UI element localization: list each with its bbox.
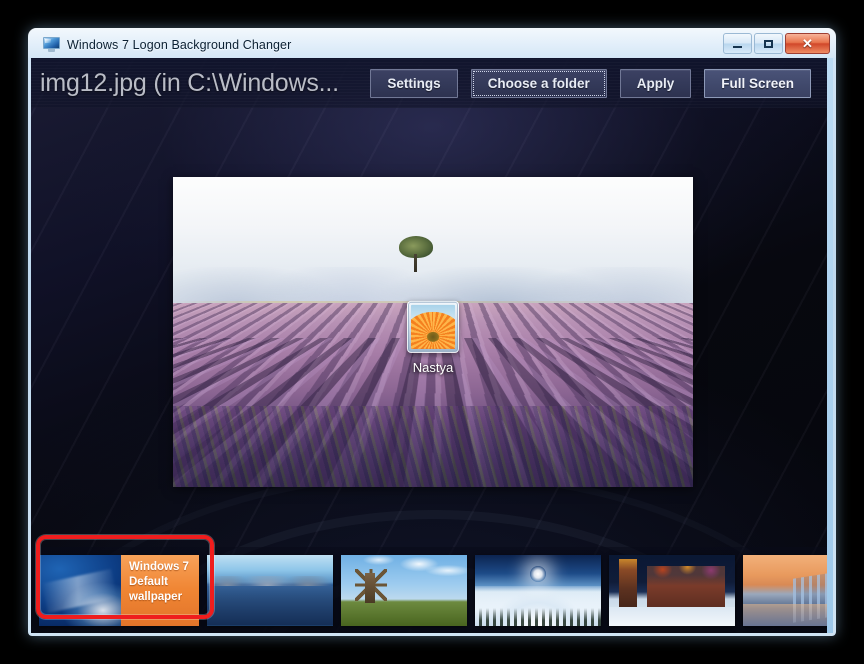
logon-preview[interactable]: Nastya xyxy=(173,177,693,487)
title-bar: Windows 7 Logon Background Changer ✕ xyxy=(31,31,833,58)
window-title: Windows 7 Logon Background Changer xyxy=(67,37,292,52)
user-name-label: Nastya xyxy=(412,359,454,375)
choose-a-folder-button[interactable]: Choose a folder xyxy=(470,68,607,98)
thumbnail-windmill-field[interactable] xyxy=(341,554,467,626)
monitor-icon xyxy=(43,37,60,52)
header-bar: img12.jpg (in C:\Windows... Settings Cho… xyxy=(31,58,833,108)
orange-flower-icon xyxy=(411,304,455,349)
maximize-button[interactable] xyxy=(754,33,783,54)
preview-tree xyxy=(399,235,434,272)
close-button[interactable]: ✕ xyxy=(785,33,830,54)
thumbnail-strip[interactable]: Windows 7 Default wallpaper xyxy=(31,547,833,633)
thumbnail-snowy-peak-sun[interactable] xyxy=(475,554,601,626)
minimize-button[interactable] xyxy=(723,33,752,54)
current-file-label: img12.jpg (in C:\Windows... xyxy=(40,68,339,97)
full-screen-button[interactable]: Full Screen xyxy=(704,68,811,98)
thumbnail-image xyxy=(39,554,121,626)
application-window: Windows 7 Logon Background Changer ✕ img… xyxy=(28,28,836,636)
preview-foreground xyxy=(173,406,693,487)
client-area: img12.jpg (in C:\Windows... Settings Cho… xyxy=(31,58,833,633)
vertical-scrollbar[interactable] xyxy=(827,58,833,633)
close-icon: ✕ xyxy=(802,36,813,51)
thumbnail-lake-mountains[interactable] xyxy=(207,554,333,626)
thumbnail-label: Windows 7 Default wallpaper xyxy=(129,560,189,603)
avatar[interactable] xyxy=(407,300,459,353)
settings-button[interactable]: Settings xyxy=(370,68,458,98)
user-tile[interactable]: Nastya xyxy=(407,300,459,375)
thumbnail-default-wallpaper[interactable]: Windows 7 Default wallpaper xyxy=(39,554,199,626)
thumbnail-sunset-waterfront[interactable] xyxy=(743,554,833,626)
window-controls: ✕ xyxy=(723,33,830,54)
apply-button[interactable]: Apply xyxy=(619,68,692,98)
thumbnail-winter-cathedral[interactable] xyxy=(609,554,735,626)
header-button-group: Settings Choose a folder Apply Full Scre… xyxy=(370,68,833,98)
